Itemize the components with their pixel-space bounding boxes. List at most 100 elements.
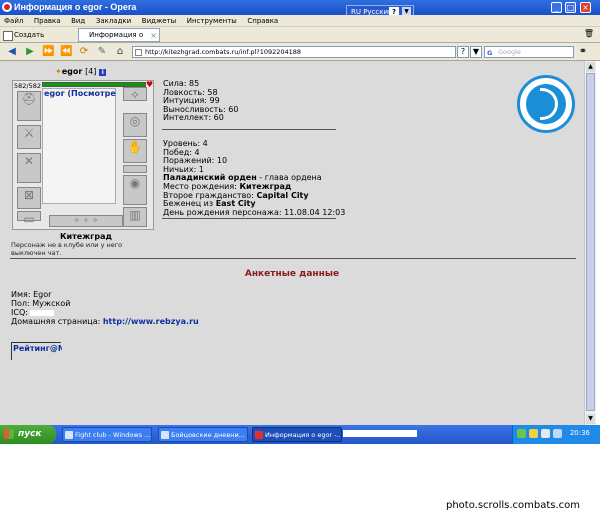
task-opera[interactable]: Информация о egor -... [252, 427, 342, 442]
birthday-row: День рождения персонажа: 11.08.04 12:03 [163, 207, 346, 217]
character-name: ✦egor [4] i [55, 67, 107, 76]
face-profile-icon [540, 88, 558, 120]
address-dropdown-icon[interactable]: ▼ [470, 46, 482, 58]
menu-file[interactable]: Файл [0, 15, 27, 25]
hp-bar [42, 82, 146, 87]
security-icon[interactable] [529, 429, 538, 438]
network-icon[interactable] [517, 429, 526, 438]
start-button[interactable]: пуск [0, 425, 56, 444]
scroll-thumb[interactable] [586, 73, 595, 411]
window-icon [65, 431, 73, 439]
character-avatar[interactable] [42, 88, 116, 204]
sword-slot-icon[interactable]: ⚔ [17, 125, 41, 149]
stats-divider [162, 129, 336, 130]
messenger-icon[interactable] [553, 429, 562, 438]
stats-divider-bottom [162, 218, 336, 219]
citizenship-value: Capital City [256, 190, 309, 200]
new-tab-button[interactable]: Создать вкладку [2, 29, 72, 51]
taskbar: пуск Fight club - Windows ... Бойцовские… [0, 425, 600, 444]
back-icon[interactable]: ◀ [6, 46, 18, 58]
close-button[interactable]: × [580, 2, 591, 13]
stats-panel: Сила: 85 Ловкость: 58 Интуиция: 99 Вынос… [163, 79, 353, 217]
rings-slot-icon[interactable]: ◎ [123, 113, 147, 137]
forward-icon[interactable]: ▶ [24, 46, 36, 58]
helmet-slot-icon[interactable]: ⛑ [17, 91, 41, 121]
star-icon: ✦ [55, 67, 62, 76]
icq-redacted [30, 309, 55, 316]
refugee-value: East City [215, 199, 256, 209]
redacted-area [343, 430, 417, 437]
homepage-label: Домашняя страница: [11, 317, 103, 326]
tab-bar: Создать вкладку Информация о egor × 🗑 [0, 27, 600, 52]
weapon-slot-icon[interactable]: ✕ [17, 153, 41, 183]
section-divider [10, 258, 576, 259]
title-bar: Информация о egor - Opera _ □ × [0, 0, 600, 15]
profile-homepage: Домашняя страница: http://www.rebzya.ru [11, 317, 199, 326]
window-icon [161, 431, 169, 439]
navigation-bar: ◀ ▶ ⏩ ⏪ ⟳ ✎ ⌂ http://kitezhgrad.combats.… [0, 43, 600, 61]
watermark: photo.scrolls.combats.com [446, 500, 581, 511]
stat-intellect: Интеллект: 60 [163, 113, 224, 123]
profile-title: Анкетные данные [244, 269, 340, 279]
fast-forward-icon[interactable]: ⏩ [42, 46, 54, 58]
city-label: Китежград [60, 232, 112, 241]
menu-help[interactable]: Справка [243, 15, 282, 25]
home-icon[interactable]: ⌂ [114, 46, 126, 58]
rewind-icon[interactable]: ⏪ [60, 46, 72, 58]
menu-tools[interactable]: Инструменты [183, 15, 241, 25]
gloves-slot-icon[interactable]: ✋ [123, 139, 147, 163]
task-diaries[interactable]: Бойцовские дневни... [158, 427, 248, 442]
hp-label: 582/582 [14, 82, 42, 90]
profile-name: Имя: Egor [11, 290, 52, 299]
trash-icon[interactable]: 🗑 [584, 29, 594, 38]
club-note: Персонаж не в клубе или у него выключен … [11, 241, 123, 257]
reload-icon[interactable]: ⟳ [78, 46, 90, 58]
rune-slot-icon[interactable] [123, 165, 147, 173]
necklace-slot-icon[interactable]: ✧ [123, 87, 147, 102]
refugee-label: Беженец из [163, 199, 216, 209]
profile-icq: ICQ: [11, 308, 199, 317]
scrollbar[interactable]: ▲ ▼ [584, 61, 596, 425]
close-tab-icon[interactable]: × [150, 29, 157, 42]
menu-bar: Файл Правка Вид Закладки Виджеты Инструм… [0, 15, 600, 27]
profile-details: Имя: Egor Пол: Мужской ICQ: Домашняя стр… [11, 290, 199, 326]
homepage-link[interactable]: http://www.rebzya.ru [103, 317, 199, 326]
character-level: [4] [85, 67, 97, 76]
address-field[interactable]: http://kitezhgrad.combats.ru/inf.pl?1092… [132, 46, 456, 58]
shield-slot-icon[interactable]: ◉ [123, 175, 147, 205]
belt-slot-icon[interactable]: ▭ [17, 211, 41, 226]
maximize-button[interactable]: □ [565, 2, 576, 13]
rating-counter[interactable]: Рейтинг@Mail.ru [11, 342, 62, 360]
armor-slot-icon[interactable]: ⊠ [17, 187, 41, 209]
info-icon[interactable]: ? [457, 46, 469, 58]
minimize-button[interactable]: _ [551, 2, 562, 13]
wand-icon[interactable]: ✎ [96, 46, 108, 58]
opera-icon [255, 431, 263, 439]
menu-bookmarks[interactable]: Закладки [92, 15, 135, 25]
search-placeholder: Google [498, 48, 521, 56]
menu-view[interactable]: Вид [67, 15, 89, 25]
scroll-down-icon[interactable]: ▼ [586, 414, 595, 424]
page-icon [135, 49, 142, 56]
opera-icon [2, 2, 12, 12]
character-link[interactable]: egor (Посмотре [44, 89, 116, 98]
info-icon[interactable]: i [99, 69, 107, 76]
menu-edit[interactable]: Правка [30, 15, 65, 25]
zoom-icon[interactable]: ⚭ [577, 46, 589, 58]
menu-widgets[interactable]: Виджеты [138, 15, 180, 25]
tab-active[interactable]: Информация о egor × [78, 28, 160, 52]
rating-label: Рейтинг@Mail.ru [13, 344, 62, 353]
amulet-row-icon[interactable]: ✧ ✧ ✧ [49, 215, 123, 227]
google-icon: G [487, 49, 493, 57]
clock: 20:36 [569, 429, 590, 437]
boots-slot-icon[interactable]: ▥ [123, 207, 147, 227]
heart-icon: ♥ [146, 80, 154, 89]
system-tray: 20:36 [512, 425, 600, 444]
search-input[interactable]: G Google [484, 46, 574, 58]
window-title: Информация о egor - Opera [14, 2, 137, 12]
volume-icon[interactable] [541, 429, 550, 438]
paladin-order-logo[interactable] [517, 75, 575, 133]
address-url: http://kitezhgrad.combats.ru/inf.pl?1092… [145, 48, 302, 56]
task-fight-club[interactable]: Fight club - Windows ... [62, 427, 152, 442]
scroll-up-icon[interactable]: ▲ [586, 62, 595, 72]
